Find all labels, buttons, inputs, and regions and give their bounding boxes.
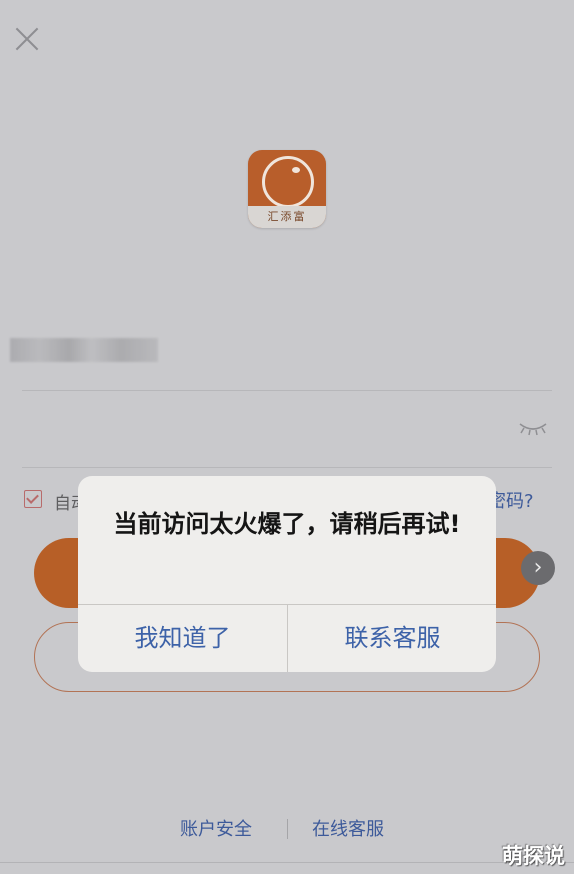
bottom-divider — [0, 862, 574, 863]
eye-closed-icon[interactable] — [518, 420, 548, 436]
chevron-right-icon[interactable]: › — [521, 551, 555, 585]
account-security-link[interactable]: 账户安全 — [180, 815, 252, 841]
login-screen: 汇添富 自动 记密码? › 账户安全 在线客服 萌探说 当前访问太火爆了，请稍后… — [0, 0, 574, 874]
username-value-blurred — [10, 338, 158, 362]
footer-links: 账户安全 在线客服 — [0, 815, 574, 845]
logo-ring — [262, 156, 314, 208]
alert-dialog: 当前访问太火爆了，请稍后再试! 我知道了 联系客服 — [78, 476, 496, 672]
footer-divider — [287, 819, 288, 839]
app-logo: 汇添富 — [248, 150, 326, 228]
online-service-link[interactable]: 在线客服 — [312, 815, 384, 841]
logo-highlight — [292, 167, 300, 173]
watermark: 萌探说 — [502, 844, 565, 868]
ok-button[interactable]: 我知道了 — [78, 605, 287, 672]
contact-service-button[interactable]: 联系客服 — [288, 605, 496, 672]
password-field[interactable] — [22, 391, 552, 468]
close-icon[interactable] — [14, 26, 40, 52]
alert-buttons: 我知道了 联系客服 — [78, 604, 496, 672]
alert-message: 当前访问太火爆了，请稍后再试! — [113, 510, 461, 538]
checkbox-checked-icon[interactable] — [24, 490, 42, 508]
logo-text: 汇添富 — [248, 206, 326, 228]
